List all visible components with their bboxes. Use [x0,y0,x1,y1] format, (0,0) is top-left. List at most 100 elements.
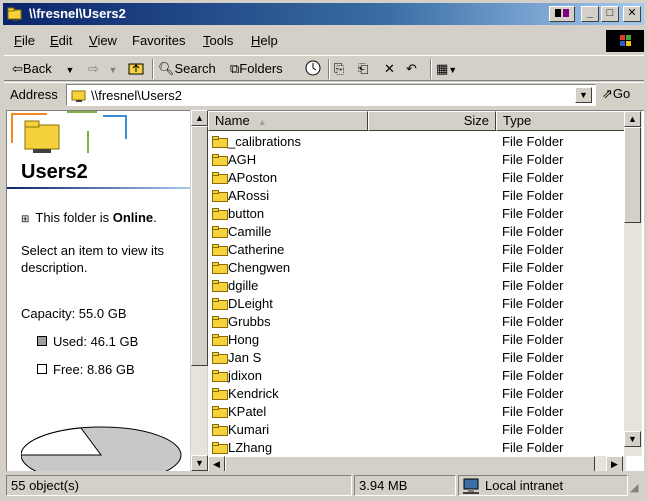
file-type: File Folder [502,386,564,401]
file-name: _calibrations [228,134,301,149]
column-header-size[interactable]: Size [368,111,496,131]
file-name: jdixon [228,368,262,383]
chevron-down-icon[interactable]: ▼ [109,65,118,75]
file-name: Kendrick [228,386,279,401]
scroll-down-button[interactable]: ▼ [624,431,641,447]
file-row[interactable]: Kumari File Folder [208,421,628,439]
scroll-up-button[interactable]: ▲ [624,111,641,127]
delete-button[interactable]: ✕ [384,59,395,79]
minimize-button[interactable]: _ [581,6,599,22]
back-arrow-icon: ⇦ [12,61,23,76]
menu-help[interactable]: Help [251,33,278,48]
file-list-horizontal-scrollbar[interactable]: ◀ ▶ [208,456,626,471]
file-row[interactable]: LZhang File Folder [208,439,628,457]
scroll-down-button[interactable]: ▼ [191,455,208,471]
chevron-right-icon: ▶ [611,459,618,469]
file-type: File Folder [502,152,564,167]
file-row[interactable]: AGH File Folder [208,151,628,169]
back-button[interactable]: ⇦Back ▼ [12,59,74,79]
file-row[interactable]: Catherine File Folder [208,241,628,259]
file-name: KPatel [228,404,267,419]
file-row[interactable]: Camille File Folder [208,223,628,241]
forward-arrow-icon: ⇨ [88,61,99,76]
standard-toolbar: ⇦Back ▼ ⇨ ▼ 🔍︎Search ⧉Folders ⎘ ⎗ ✕ ↶ ▦▼ [4,55,644,81]
scroll-left-button[interactable]: ◀ [208,456,225,471]
status-zone: Local intranet [458,475,628,496]
file-row[interactable]: Chengwen File Folder [208,259,628,277]
file-name: Grubbs [228,314,271,329]
used-space: Used: 46.1 GB [37,333,138,350]
scroll-thumb[interactable] [191,126,208,366]
file-type: File Folder [502,278,564,293]
file-row[interactable]: button File Folder [208,205,628,223]
menu-view[interactable]: View [89,33,117,48]
file-row[interactable]: APoston File Folder [208,169,628,187]
file-name: Catherine [228,242,285,257]
menu-file[interactable]: File [14,33,35,48]
copy-to-button[interactable]: ⎗ [358,59,368,79]
search-button[interactable]: 🔍︎Search [158,59,216,79]
status-total-size: 3.94 MB [354,475,456,496]
file-row[interactable]: Grubbs File Folder [208,313,628,331]
window-menu-icon[interactable] [549,6,575,22]
folder-icon [212,280,228,292]
free-space: Free: 8.86 GB [37,361,135,378]
column-header-name[interactable]: Name ▲ [208,111,368,131]
left-pane-scrollbar[interactable]: ▲ ▼ [191,110,208,471]
file-row[interactable]: ARossi File Folder [208,187,628,205]
file-name: APoston [228,170,278,185]
file-name: Camille [228,224,272,239]
column-header-type[interactable]: Type [496,111,626,131]
disk-usage-pie [21,426,182,471]
scroll-up-button[interactable]: ▲ [191,110,208,126]
file-row[interactable]: DLeight File Folder [208,295,628,313]
online-status-value: Online [112,210,154,225]
file-row[interactable]: dgille File Folder [208,277,628,295]
menu-edit[interactable]: Edit [50,33,72,48]
file-row[interactable]: Hong File Folder [208,331,628,349]
file-row[interactable]: _calibrations File Folder [208,133,628,151]
address-input[interactable]: \\fresnel\Users2 ▼ [66,84,596,106]
up-folder-button[interactable] [128,59,144,79]
folders-icon: ⧉ [230,61,240,76]
file-type: File Folder [502,350,564,365]
file-row[interactable]: jdixon File Folder [208,367,628,385]
toolbar-separator [328,59,330,79]
status-object-count: 55 object(s) [6,475,352,496]
online-status-line: ⊞ This folder is Online. [21,210,157,225]
menu-tools[interactable]: Tools [203,33,233,48]
history-button[interactable] [304,59,322,79]
title-divider [7,187,190,189]
file-name: AGH [228,152,257,167]
views-button[interactable]: ▦▼ [436,59,457,79]
scroll-thumb[interactable] [624,127,641,223]
go-arrow-icon: ⇗ [602,86,613,101]
address-bar: Address \\fresnel\Users2 ▼ ⇗Go [4,82,644,107]
folder-icon [212,424,228,436]
title-bar[interactable]: \\fresnel\Users2 _ □ ✕ [3,3,644,25]
address-dropdown-button[interactable]: ▼ [575,87,592,103]
resize-grip-icon[interactable]: ◢ [630,481,638,494]
close-button[interactable]: ✕ [623,6,641,22]
scroll-right-button[interactable]: ▶ [606,456,623,471]
go-button[interactable]: ⇗Go [602,86,630,102]
undo-button[interactable]: ↶ [406,59,417,79]
file-row[interactable]: KPatel File Folder [208,403,628,421]
file-row[interactable]: Jan S File Folder [208,349,628,367]
file-type: File Folder [502,260,564,275]
folder-icon [212,190,228,202]
move-to-button[interactable]: ⎘ [334,59,344,79]
explorer-window: \\fresnel\Users2 _ □ ✕ File Edit View Fa… [0,0,647,501]
chevron-down-icon[interactable]: ▼ [65,65,74,75]
chevron-down-icon[interactable]: ▼ [448,65,457,75]
folders-button[interactable]: ⧉Folders [230,59,283,79]
forward-button[interactable]: ⇨ ▼ [88,59,117,79]
file-row[interactable]: Kendrick File Folder [208,385,628,403]
history-icon [305,60,321,76]
file-type: File Folder [502,206,564,221]
folder-icon [212,154,228,166]
file-list-vertical-scrollbar[interactable]: ▲ ▼ [624,111,642,456]
scroll-thumb[interactable] [225,456,595,471]
menu-favorites[interactable]: Favorites [132,33,185,48]
maximize-button[interactable]: □ [601,6,619,22]
